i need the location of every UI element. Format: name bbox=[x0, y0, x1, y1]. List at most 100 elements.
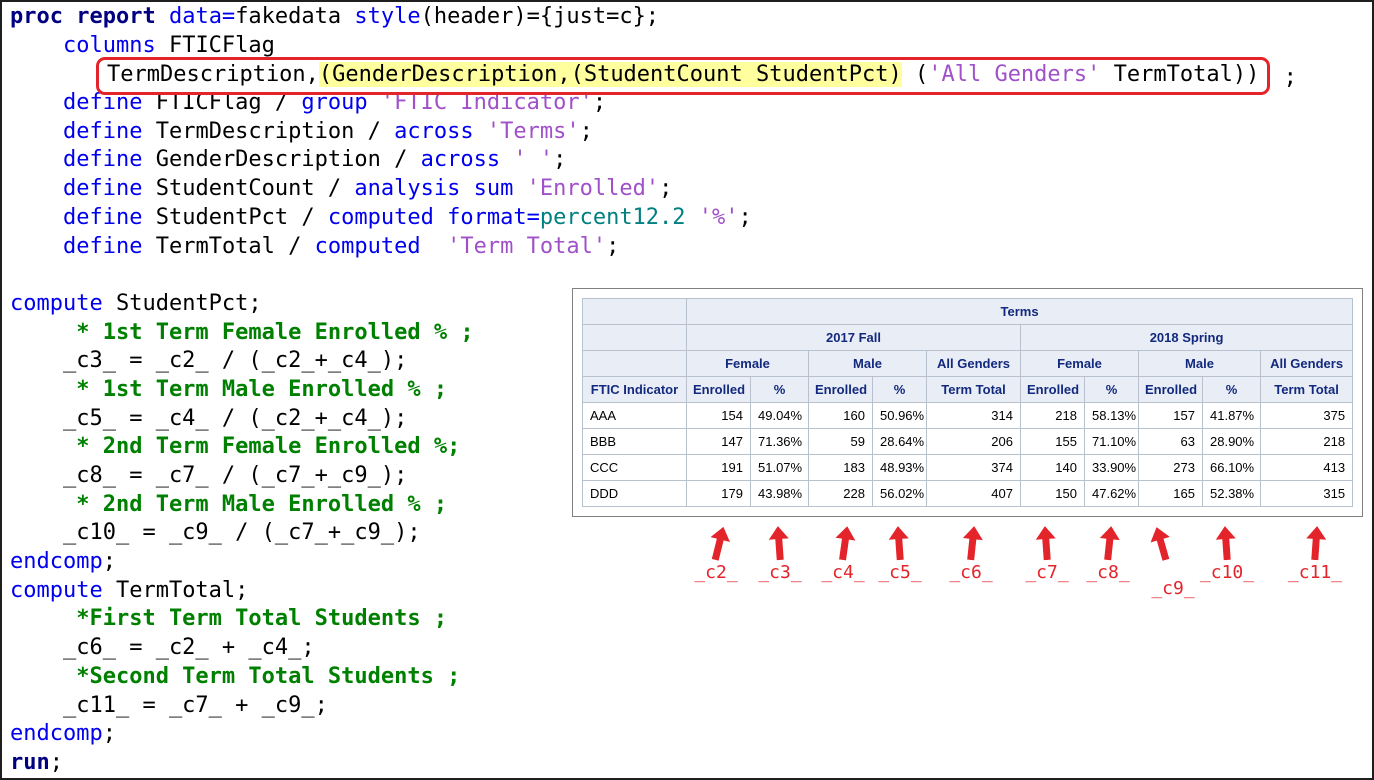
gender-group-header: Female bbox=[1021, 351, 1139, 377]
code-token: run bbox=[10, 750, 50, 775]
value-cell: 52.38% bbox=[1203, 481, 1261, 507]
code-token bbox=[513, 176, 526, 201]
column-header: % bbox=[751, 377, 809, 403]
empty-header-cell bbox=[583, 299, 687, 325]
code-token: define bbox=[63, 205, 142, 230]
code-token: percent12.2 bbox=[540, 205, 686, 230]
value-cell: 43.98% bbox=[751, 481, 809, 507]
code-token: 'Term Total' bbox=[447, 234, 606, 259]
code-token: compute bbox=[10, 578, 103, 603]
term-group-header: 2017 Fall bbox=[687, 325, 1021, 351]
code-token: _c11_ = _c7_ + _c9_; bbox=[10, 693, 328, 718]
code-line: run; bbox=[10, 749, 1297, 778]
code-token: TermTotal; bbox=[103, 578, 249, 603]
code-comment: * 1st Term Male Enrolled % ; bbox=[10, 377, 447, 402]
value-cell: 150 bbox=[1021, 481, 1085, 507]
code-token: _c3_ = _c2_ / (_c2_+_c4_); bbox=[10, 348, 407, 373]
code-token: compute bbox=[10, 291, 103, 316]
table-row: BBB14771.36%5928.64%20615571.10%6328.90%… bbox=[583, 429, 1353, 455]
value-cell: 50.96% bbox=[873, 403, 927, 429]
value-cell: 51.07% bbox=[751, 455, 809, 481]
code-line: define TermDescription / across 'Terms'; bbox=[10, 118, 1297, 147]
column-header: Enrolled bbox=[809, 377, 873, 403]
code-line: endcomp; bbox=[10, 720, 1297, 749]
sas-code-and-output-screenshot: proc report data=fakedata style(header)=… bbox=[0, 0, 1374, 780]
code-token: 'Terms' bbox=[487, 119, 580, 144]
code-token: format= bbox=[447, 205, 540, 230]
code-token: ; bbox=[606, 234, 619, 259]
value-cell: 71.36% bbox=[751, 429, 809, 455]
code-line: define TermTotal / computed 'Term Total'… bbox=[10, 233, 1297, 262]
code-token: StudentPct; bbox=[103, 291, 262, 316]
term-group-header: 2018 Spring bbox=[1021, 325, 1353, 351]
code-line: compute TermTotal; bbox=[10, 577, 1297, 606]
value-cell: 71.10% bbox=[1085, 429, 1139, 455]
empty-header-cell bbox=[583, 351, 687, 377]
code-token: define bbox=[63, 119, 142, 144]
code-line: _c11_ = _c7_ + _c9_; bbox=[10, 692, 1297, 721]
report-output-panel: Terms 2017 Fall 2018 Spring Female Male … bbox=[572, 288, 1363, 517]
code-token: ; bbox=[659, 176, 672, 201]
code-token bbox=[10, 90, 63, 115]
code-line: proc report data=fakedata style(header)=… bbox=[10, 3, 1297, 32]
code-line: define StudentPct / computed format=perc… bbox=[10, 204, 1297, 233]
value-cell: 155 bbox=[1021, 429, 1085, 455]
code-token: _c6_ = _c2_ + _c4_; bbox=[10, 635, 315, 660]
value-cell: 407 bbox=[927, 481, 1021, 507]
code-token bbox=[156, 4, 169, 29]
value-cell: 56.02% bbox=[873, 481, 927, 507]
value-cell: 154 bbox=[687, 403, 751, 429]
column-header: % bbox=[873, 377, 927, 403]
value-cell: 218 bbox=[1261, 429, 1353, 455]
column-header: Term Total bbox=[1261, 377, 1353, 403]
column-header: FTIC Indicator bbox=[583, 377, 687, 403]
gender-group-header: Male bbox=[1139, 351, 1261, 377]
red-callout-box: TermDescription,(GenderDescription,(Stud… bbox=[96, 57, 1270, 95]
code-comment: * 1st Term Female Enrolled % ; bbox=[10, 320, 474, 345]
value-cell: 33.90% bbox=[1085, 455, 1139, 481]
code-token: define bbox=[63, 176, 142, 201]
code-token: (GenderDescription,(StudentCount Student… bbox=[319, 62, 902, 87]
code-line: define GenderDescription / across ' '; bbox=[10, 146, 1297, 175]
code-token bbox=[10, 147, 63, 172]
row-category-cell: AAA bbox=[583, 403, 687, 429]
code-token: (header)={just=c}; bbox=[421, 4, 659, 29]
value-cell: 315 bbox=[1261, 481, 1353, 507]
code-token: StudentCount / bbox=[142, 176, 354, 201]
code-token: proc report bbox=[10, 4, 156, 29]
value-cell: 28.64% bbox=[873, 429, 927, 455]
code-token: StudentPct / bbox=[142, 205, 327, 230]
row-category-cell: BBB bbox=[583, 429, 687, 455]
code-token: endcomp bbox=[10, 721, 103, 746]
table-row: DDD17943.98%22856.02%40715047.62%16552.3… bbox=[583, 481, 1353, 507]
code-token: ; bbox=[580, 119, 593, 144]
code-token: 'Enrolled' bbox=[527, 176, 659, 201]
code-line: _c6_ = _c2_ + _c4_; bbox=[10, 634, 1297, 663]
code-token: across bbox=[421, 147, 500, 172]
code-token bbox=[474, 119, 487, 144]
column-header: Enrolled bbox=[1139, 377, 1203, 403]
report-table: Terms 2017 Fall 2018 Spring Female Male … bbox=[582, 298, 1353, 507]
code-token bbox=[10, 205, 63, 230]
code-token: _c5_ = _c4_ / (_c2_+_c4_); bbox=[10, 406, 407, 431]
value-cell: 374 bbox=[927, 455, 1021, 481]
code-token: '%' bbox=[699, 205, 739, 230]
value-cell: 160 bbox=[809, 403, 873, 429]
value-cell: 183 bbox=[809, 455, 873, 481]
code-token: GenderDescription / bbox=[142, 147, 420, 172]
code-line: *Second Term Total Students ; bbox=[10, 663, 1297, 692]
value-cell: 413 bbox=[1261, 455, 1353, 481]
code-token: ; bbox=[50, 750, 63, 775]
value-cell: 140 bbox=[1021, 455, 1085, 481]
value-cell: 147 bbox=[687, 429, 751, 455]
code-token: FTICFlag bbox=[156, 33, 275, 58]
code-token: ; bbox=[739, 205, 752, 230]
gender-group-header: All Genders bbox=[1261, 351, 1353, 377]
column-header: % bbox=[1203, 377, 1261, 403]
code-token bbox=[10, 33, 63, 58]
code-comment: *First Term Total Students ; bbox=[10, 606, 447, 631]
code-token: TermTotal / bbox=[142, 234, 314, 259]
row-category-cell: CCC bbox=[583, 455, 687, 481]
column-header: Term Total bbox=[927, 377, 1021, 403]
code-token: ; bbox=[103, 549, 116, 574]
